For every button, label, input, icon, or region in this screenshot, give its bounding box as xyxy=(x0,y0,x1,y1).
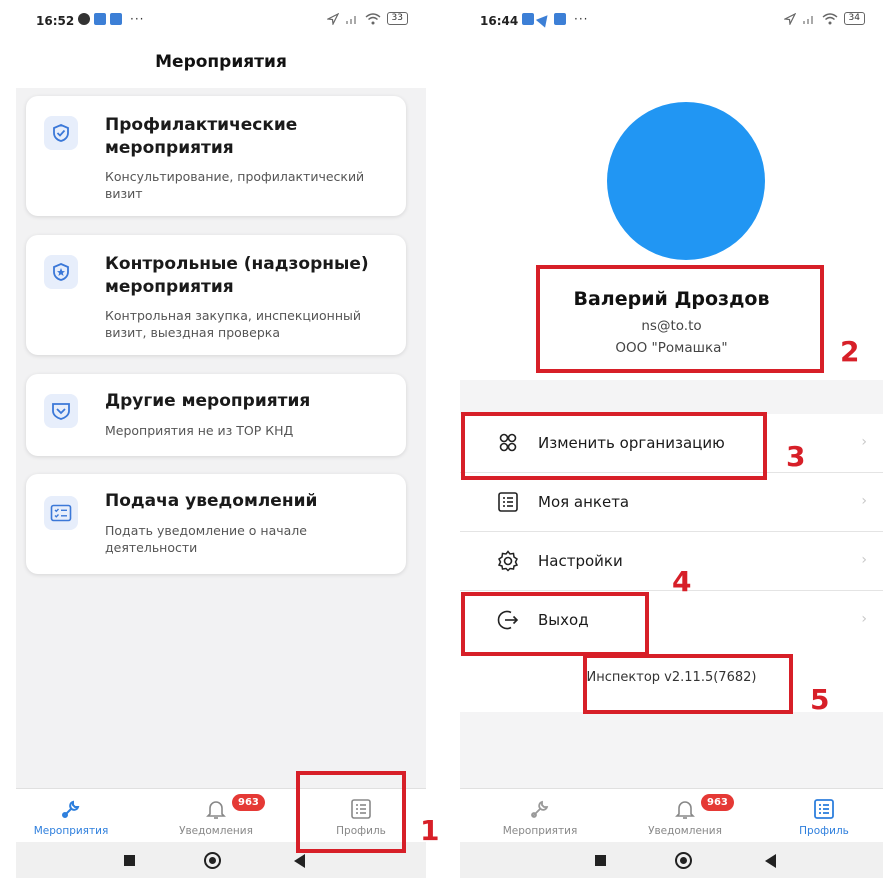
signal-icon xyxy=(345,15,356,24)
status-bar: 16:52 ··· 33 xyxy=(16,0,426,48)
battery-indicator: 34 xyxy=(843,12,865,25)
annotation-number-4: 4 xyxy=(672,565,692,598)
telegram-icon xyxy=(535,10,553,28)
left-phone-screen: 16:52 ··· 33 Мероприятия Профилактически… xyxy=(16,0,426,878)
annotation-box-1 xyxy=(296,771,406,853)
shield-star-icon xyxy=(44,255,78,289)
tab-notifications[interactable]: 963 Уведомления xyxy=(166,789,266,843)
more-notifications-icon: ··· xyxy=(574,12,589,26)
tab-events[interactable]: Мероприятия xyxy=(495,789,585,843)
card-preventive-events[interactable]: Профилактические мероприятия Консультиро… xyxy=(26,96,406,216)
card-title: Другие мероприятия xyxy=(105,391,311,411)
annotation-box-3 xyxy=(461,412,767,480)
tab-label: Мероприятия xyxy=(33,825,109,837)
app-notification-icon xyxy=(554,13,566,25)
wrench-icon xyxy=(62,800,80,818)
status-bar: 16:44 ··· 34 xyxy=(460,0,883,48)
profile-list-icon xyxy=(814,799,834,819)
chevron-right-icon: › xyxy=(861,493,867,509)
chevron-right-icon: › xyxy=(861,552,867,568)
app-notification-icon xyxy=(522,13,534,25)
annotation-number-3: 3 xyxy=(786,440,806,473)
card-subtitle: Подать уведомление о начале деятельности xyxy=(105,523,307,555)
recent-apps-button[interactable] xyxy=(595,855,606,866)
annotation-box-4 xyxy=(461,592,649,656)
chevron-right-icon: › xyxy=(861,611,867,627)
battery-indicator: 33 xyxy=(386,12,408,25)
bottom-tab-bar: Мероприятия 963 Уведомления Профиль xyxy=(460,788,883,842)
shield-check-icon xyxy=(44,116,78,150)
tab-profile[interactable]: Профиль xyxy=(774,789,874,843)
checklist-icon xyxy=(44,496,78,530)
settings-gear-icon xyxy=(497,550,519,572)
tab-events[interactable]: Мероприятия xyxy=(26,789,116,843)
system-nav-bar xyxy=(460,842,883,878)
home-button[interactable] xyxy=(675,852,692,869)
app-notification-icon xyxy=(110,13,122,25)
tab-notifications[interactable]: 963 Уведомления xyxy=(635,789,735,843)
status-notification-icons: ··· xyxy=(522,10,589,28)
status-time: 16:52 xyxy=(36,14,75,28)
back-button[interactable] xyxy=(294,854,305,868)
tab-label: Уведомления xyxy=(648,825,722,837)
wifi-icon xyxy=(365,12,381,24)
status-system-icons: 33 xyxy=(326,12,408,25)
menu-item-label: Настройки xyxy=(538,552,623,570)
wrench-icon xyxy=(531,800,549,818)
notification-count-badge: 963 xyxy=(232,794,265,811)
notification-icon xyxy=(78,13,90,25)
chevron-right-icon: › xyxy=(861,434,867,450)
status-system-icons: 34 xyxy=(783,12,865,25)
notification-count-badge: 963 xyxy=(701,794,734,811)
annotation-box-5 xyxy=(583,654,793,714)
card-title: Профилактические мероприятия xyxy=(105,115,298,158)
card-title: Подача уведомлений xyxy=(105,491,318,511)
status-notification-icons: ··· xyxy=(78,12,144,26)
form-list-icon xyxy=(498,492,518,512)
card-notifications-submit[interactable]: Подача уведомлений Подать уведомление о … xyxy=(26,474,406,574)
annotation-number-1: 1 xyxy=(420,814,440,847)
wifi-icon xyxy=(822,12,838,24)
card-control-events[interactable]: Контрольные (надзорные) мероприятия Конт… xyxy=(26,235,406,355)
app-notification-icon xyxy=(94,13,106,25)
back-button[interactable] xyxy=(765,854,776,868)
annotation-number-5: 5 xyxy=(810,683,830,716)
card-other-events[interactable]: Другие мероприятия Мероприятия не из ТОР… xyxy=(26,374,406,456)
avatar xyxy=(607,102,765,260)
page-title: Мероприятия xyxy=(16,48,426,88)
bell-icon xyxy=(206,801,226,819)
card-subtitle: Мероприятия не из ТОР КНД xyxy=(105,423,294,438)
bell-icon xyxy=(675,801,695,819)
recent-apps-button[interactable] xyxy=(124,855,135,866)
status-time: 16:44 xyxy=(480,14,519,28)
tab-label: Профиль xyxy=(799,825,849,837)
card-title: Контрольные (надзорные) мероприятия xyxy=(105,254,369,297)
tab-label: Мероприятия xyxy=(502,825,578,837)
card-subtitle: Консультирование, профилактический визит xyxy=(105,169,365,201)
shield-chevron-icon xyxy=(44,394,78,428)
more-notifications-icon: ··· xyxy=(130,12,145,26)
signal-icon xyxy=(802,15,813,24)
annotation-number-2: 2 xyxy=(840,335,860,368)
annotation-box-2 xyxy=(536,265,824,373)
location-icon xyxy=(783,12,796,25)
home-button[interactable] xyxy=(204,852,221,869)
tab-label: Уведомления xyxy=(179,825,253,837)
location-icon xyxy=(326,12,339,25)
card-subtitle: Контрольная закупка, инспекционный визит… xyxy=(105,308,362,340)
menu-item-my-form[interactable]: Моя анкета › xyxy=(460,473,883,532)
menu-item-label: Моя анкета xyxy=(538,493,630,511)
